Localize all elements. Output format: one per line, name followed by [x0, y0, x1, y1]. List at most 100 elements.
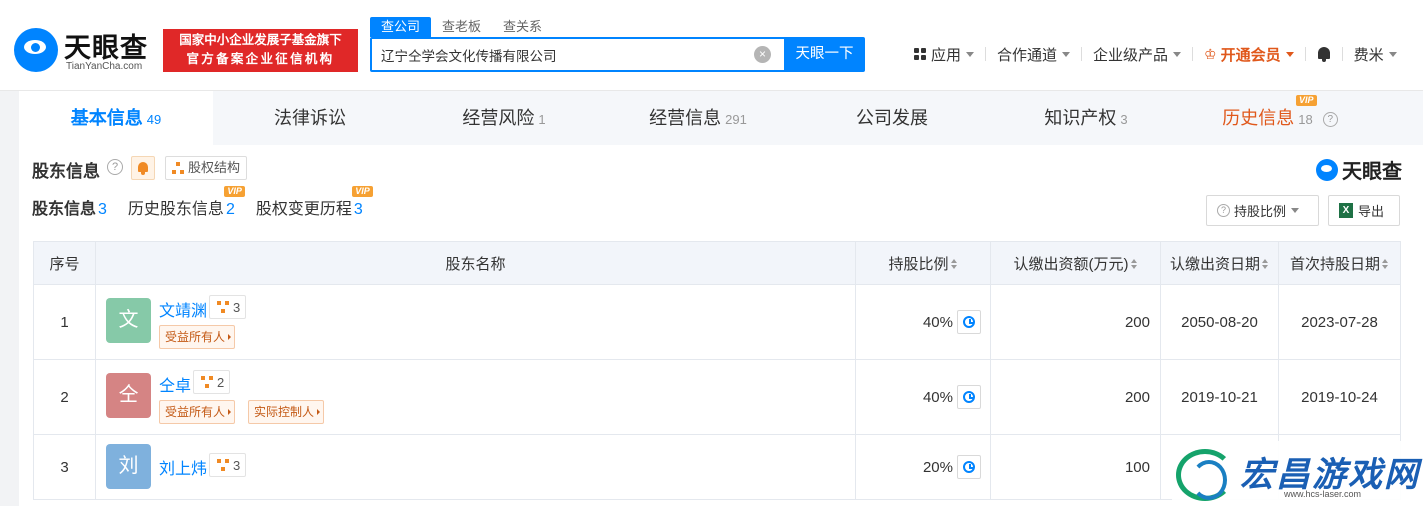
col-header-name: 股东名称 — [95, 241, 856, 285]
gov-badge: 国家中小企业发展子基金旗下 官方备案企业征信机构 — [163, 29, 358, 72]
section-title: 股东信息 — [32, 162, 100, 181]
sort-icon — [950, 259, 958, 270]
ratio-filter-button[interactable]: ? 持股比例 — [1206, 195, 1319, 226]
tab-count: 1 — [538, 112, 546, 127]
pie-chart-icon[interactable] — [957, 310, 981, 334]
monitor-bell-button[interactable] — [131, 156, 155, 180]
tab-label: 法律诉讼 — [274, 108, 346, 128]
search-tab-company[interactable]: 查公司 — [370, 17, 432, 37]
relation-icon — [201, 376, 214, 388]
help-icon[interactable]: ? — [1322, 111, 1338, 127]
tab-count: 291 — [725, 112, 747, 127]
export-button[interactable]: X 导出 — [1328, 195, 1400, 226]
nav-divider — [1192, 47, 1194, 61]
subtab-history-shareholders[interactable]: VIP 历史股东信息 2 — [127, 186, 245, 221]
org-tree-icon — [172, 162, 185, 174]
tag-beneficial-owner[interactable]: 受益所有人 — [159, 400, 236, 424]
table-row: 2 仝 仝卓 2 受益所有人 实际控制人 40% 200 2019-10-21 … — [33, 359, 1401, 435]
col-header-date2-label: 首次持股日期 — [1289, 255, 1380, 273]
shareholder-name-link[interactable]: 仝卓 — [159, 372, 191, 396]
col-header-num: 序号 — [33, 241, 96, 285]
search-input[interactable] — [372, 39, 742, 70]
row-num: 1 — [33, 284, 96, 360]
row-name-cell: 刘 刘上炜 3 — [95, 434, 856, 500]
subtab-equity-changes[interactable]: VIP 股权变更历程 3 — [256, 186, 373, 221]
clear-icon[interactable]: × — [754, 46, 771, 63]
tab-label: 历史信息 — [1222, 108, 1295, 128]
relation-count-badge[interactable]: 3 — [209, 453, 247, 477]
search-tab-boss[interactable]: 查老板 — [431, 17, 492, 37]
crown-icon: ♔ — [1204, 45, 1217, 62]
tab-risk[interactable]: 经营风险 1 — [407, 91, 601, 145]
relation-count: 3 — [233, 299, 241, 315]
pie-chart-icon[interactable] — [957, 455, 981, 479]
nav-notifications[interactable] — [1317, 46, 1331, 62]
nav-enterprise[interactable]: 企业级产品 — [1093, 44, 1182, 65]
equity-structure-button[interactable]: 股权结构 — [165, 156, 248, 180]
nav-cooperation[interactable]: 合作通道 — [997, 44, 1071, 65]
avatar[interactable]: 文 — [106, 298, 151, 343]
avatar[interactable]: 刘 — [106, 444, 151, 489]
caret-down-icon — [1291, 208, 1300, 213]
tab-basic-info[interactable]: 基本信息 49 — [19, 91, 213, 145]
top-nav: 应用 合作通道 企业级产品 ♔ 开通会员 费米 — [914, 43, 1397, 65]
row-amount: 100 — [1124, 458, 1150, 476]
tab-label: 经营风险 — [462, 108, 535, 128]
row-date1: 2019-10-21 — [1160, 359, 1279, 435]
row-amount: 200 — [1124, 313, 1150, 331]
nav-user-label: 费米 — [1353, 46, 1384, 64]
eye-logo-icon — [1316, 158, 1338, 181]
nav-enterprise-label: 企业级产品 — [1093, 46, 1169, 64]
col-header-amount-label: 认缴出资额(万元) — [1013, 255, 1129, 273]
tab-ip[interactable]: 知识产权 3 — [989, 91, 1183, 145]
eye-logo-icon — [14, 28, 58, 72]
col-header-date1-label: 认缴出资日期 — [1169, 255, 1260, 273]
main-tabs: 基本信息 49 法律诉讼 经营风险 1 经营信息 291 公司发展 知识产权 3 VIP… — [19, 91, 1423, 145]
gov-badge-line2: 官方备案企业征信机构 — [186, 52, 335, 66]
tab-history[interactable]: VIP 历史信息 18 ? — [1183, 91, 1377, 145]
col-header-amount[interactable]: 认缴出资额(万元) — [990, 241, 1161, 285]
brand-logo-text: 天眼查 — [1342, 161, 1402, 183]
nav-user[interactable]: 费米 — [1354, 44, 1397, 65]
tab-operation[interactable]: 经营信息 291 — [601, 91, 795, 145]
tag-beneficial-owner[interactable]: 受益所有人 — [159, 325, 236, 349]
col-header-ratio-label: 持股比例 — [888, 255, 949, 273]
avatar[interactable]: 仝 — [106, 373, 151, 418]
nav-vip-label: 开通会员 — [1220, 46, 1281, 64]
row-name-cell: 文 文靖渊 3 受益所有人 — [95, 284, 856, 360]
watermark-url: www.hcs-laser.com — [1284, 489, 1362, 499]
row-num: 3 — [33, 434, 96, 500]
tianyancha-logo[interactable]: 天眼查 TianYanCha.com — [14, 26, 159, 74]
row-amount-cell: 100 — [990, 434, 1161, 500]
relation-count-badge[interactable]: 3 — [209, 295, 247, 319]
caret-down-icon — [966, 51, 975, 57]
help-icon[interactable]: ? — [107, 159, 123, 175]
pie-chart-icon[interactable] — [957, 385, 981, 409]
col-header-date2[interactable]: 首次持股日期 — [1278, 241, 1401, 285]
subtab-count: 2 — [225, 201, 235, 218]
relation-count-badge[interactable]: 2 — [193, 370, 231, 394]
search-button[interactable]: 天眼一下 — [784, 37, 865, 72]
top-header: 天眼查 TianYanCha.com 国家中小企业发展子基金旗下 官方备案企业征… — [0, 0, 1423, 91]
subtab-shareholders[interactable]: 股东信息 3 — [32, 199, 107, 221]
dragon-logo-icon — [1176, 449, 1234, 501]
subtab-label: 历史股东信息 — [127, 201, 224, 218]
col-header-date1[interactable]: 认缴出资日期 — [1160, 241, 1279, 285]
row-ratio-cell: 40% — [855, 359, 991, 435]
grid-icon — [914, 48, 926, 60]
nav-cooperation-label: 合作通道 — [997, 46, 1058, 64]
nav-apps[interactable]: 应用 — [914, 44, 975, 65]
row-num: 2 — [33, 359, 96, 435]
sort-icon — [1262, 259, 1269, 270]
col-header-ratio[interactable]: 持股比例 — [855, 241, 991, 285]
row-ratio-cell: 20% — [855, 434, 991, 500]
tab-litigation[interactable]: 法律诉讼 — [213, 91, 407, 145]
search-tab-relation[interactable]: 查关系 — [492, 17, 553, 37]
excel-icon: X — [1339, 203, 1353, 218]
tag-actual-controller[interactable]: 实际控制人 — [248, 400, 325, 424]
shareholder-name-link[interactable]: 刘上炜 — [159, 455, 207, 479]
shareholder-name-link[interactable]: 文靖渊 — [159, 297, 207, 321]
sort-icon — [1130, 259, 1138, 270]
tab-development[interactable]: 公司发展 — [795, 91, 989, 145]
nav-vip[interactable]: ♔ 开通会员 — [1204, 44, 1294, 65]
